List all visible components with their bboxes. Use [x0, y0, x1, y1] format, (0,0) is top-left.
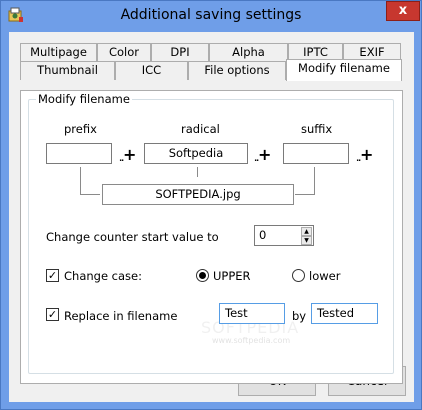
change-case-checkbox[interactable]: ✓: [46, 269, 59, 282]
tab-file-options[interactable]: File options: [188, 61, 286, 80]
case-upper-radio[interactable]: [196, 269, 209, 282]
change-case-label: Change case:: [64, 269, 142, 283]
suffix-input[interactable]: [283, 143, 349, 164]
tab-color[interactable]: Color: [97, 43, 151, 62]
spin-up-icon[interactable]: ▲: [301, 227, 312, 236]
by-label: by: [292, 309, 307, 323]
close-button[interactable]: x: [386, 1, 420, 21]
group-title: Modify filename: [36, 92, 132, 106]
replace-label: Replace in filename: [64, 309, 178, 323]
tab-multipage[interactable]: Multipage: [20, 43, 97, 62]
tab-icc[interactable]: ICC: [115, 61, 188, 80]
replace-checkbox[interactable]: ✓: [46, 308, 59, 321]
tab-dpi[interactable]: DPI: [151, 43, 209, 62]
add-prefix-icon[interactable]: + ⋅⋅: [119, 147, 136, 166]
case-lower-radio[interactable]: [292, 269, 305, 282]
tab-label: DPI: [170, 45, 190, 59]
counter-spinner[interactable]: 0 ▲ ▼: [254, 225, 314, 246]
replace-to-input[interactable]: Tested: [311, 303, 378, 324]
connector-line: [314, 167, 315, 195]
tab-thumbnail[interactable]: Thumbnail: [20, 61, 115, 80]
connector-line: [80, 194, 100, 195]
prefix-label: prefix: [64, 122, 97, 136]
tab-label: Thumbnail: [37, 63, 98, 77]
filename-preview: SOFTPEDIA.jpg: [102, 184, 294, 205]
suffix-label: suffix: [301, 122, 333, 136]
tab-label: Color: [108, 45, 140, 59]
dialog-body: Multipage Color DPI Alpha IPTC EXIF Thum…: [9, 32, 414, 402]
prefix-input[interactable]: [46, 143, 112, 164]
watermark-url: www.softpedia.com: [212, 336, 291, 345]
modify-filename-group: Modify filename prefix radical suffix + ⋅…: [28, 92, 394, 374]
tab-label: ICC: [141, 63, 162, 77]
add-suffix-icon[interactable]: + ⋅⋅: [356, 147, 373, 166]
case-upper-label: UPPER: [213, 269, 251, 283]
tab-alpha[interactable]: Alpha: [209, 43, 288, 62]
tab-label: Alpha: [232, 45, 265, 59]
connector-line: [197, 167, 198, 177]
tab-label: IPTC: [303, 45, 328, 59]
tab-label: Multipage: [30, 45, 87, 59]
window-title: Additional saving settings: [120, 7, 302, 23]
radical-input[interactable]: Softpedia: [144, 143, 248, 164]
tab-label: Modify filename: [298, 61, 390, 75]
radical-label: radical: [181, 122, 220, 136]
add-radical-icon[interactable]: + ⋅⋅: [254, 147, 271, 166]
close-icon: x: [398, 3, 408, 18]
replace-from-input[interactable]: Test: [219, 303, 285, 324]
tab-label: EXIF: [359, 45, 385, 59]
tab-panel-modify-filename: Modify filename prefix radical suffix + ⋅…: [20, 90, 403, 384]
tab-modify-filename[interactable]: Modify filename: [286, 59, 402, 81]
connector-line: [80, 167, 81, 195]
counter-label: Change counter start value to: [46, 230, 219, 244]
counter-value[interactable]: 0: [259, 228, 266, 242]
spin-down-icon[interactable]: ▼: [301, 236, 312, 245]
connector-line: [295, 194, 315, 195]
dialog-window: Additional saving settings x Multipage C…: [0, 0, 422, 410]
title-bar[interactable]: Additional saving settings x: [1, 1, 421, 31]
case-lower-label: lower: [309, 269, 341, 283]
tab-label: File options: [204, 63, 270, 77]
